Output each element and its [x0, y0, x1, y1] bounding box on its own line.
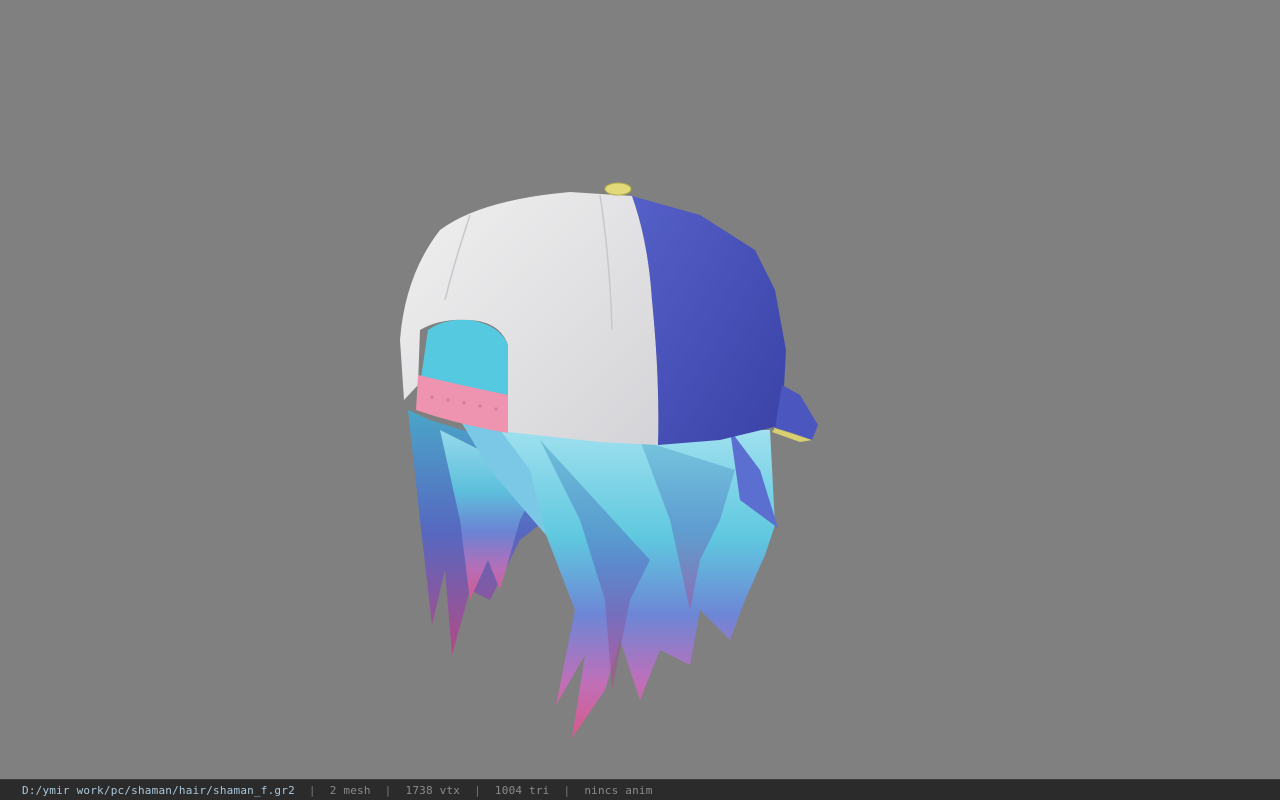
file-path: D:/ymir work/pc/shaman/hair/shaman_f.gr2 — [22, 783, 295, 797]
separator: | — [384, 783, 392, 797]
3d-viewport[interactable] — [0, 0, 1280, 779]
vertex-count: 1738 vtx — [405, 783, 461, 797]
triangle-count: 1004 tri — [494, 783, 550, 797]
status-bar: D:/ymir work/pc/shaman/hair/shaman_f.gr2… — [0, 779, 1280, 800]
hair-front — [460, 420, 778, 738]
cap-button — [604, 182, 632, 196]
separator: | — [474, 783, 481, 797]
separator: | — [308, 783, 316, 797]
anim-status: nincs anim — [584, 783, 653, 797]
model-render — [400, 182, 818, 738]
mesh-count: 2 mesh — [329, 783, 371, 797]
separator: | — [563, 783, 571, 797]
